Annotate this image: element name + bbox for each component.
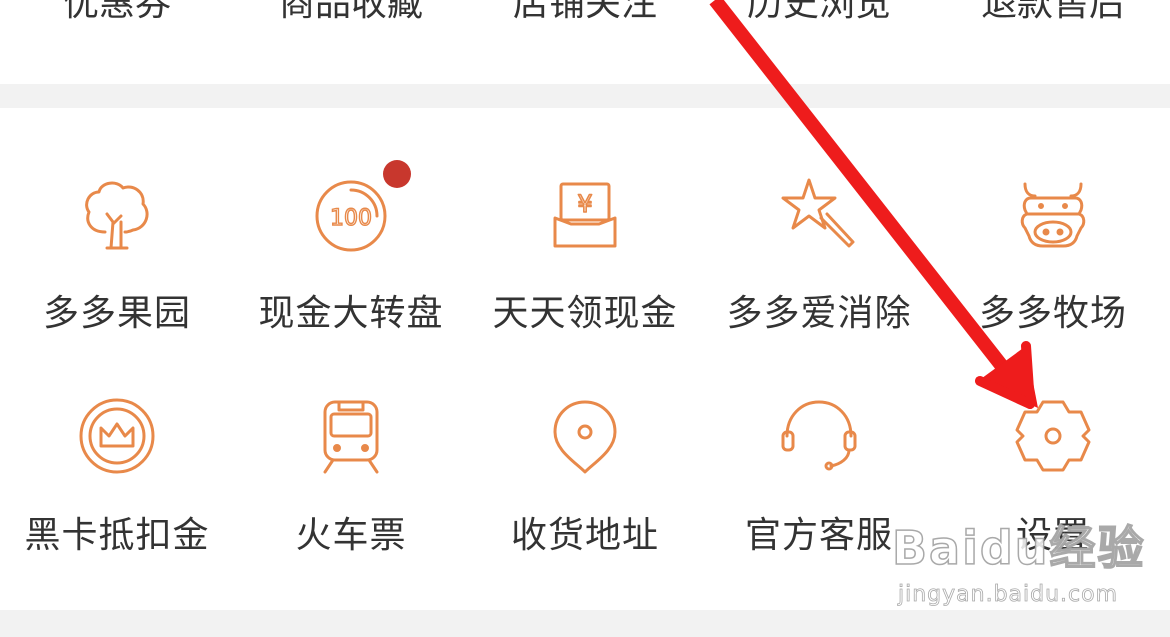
service-label: 黑卡抵扣金 (24, 515, 210, 556)
followed-stores-link[interactable]: 店铺关注 (468, 0, 702, 26)
refund-link[interactable]: 退款售后 (936, 0, 1170, 26)
train-icon (311, 396, 391, 476)
location-pin-icon (545, 396, 625, 476)
gear-icon (1013, 396, 1093, 476)
crown-coin-icon (77, 396, 157, 476)
service-label: 收货地址 (510, 515, 659, 556)
watermark-url: jingyan.baidu.com (898, 582, 1119, 608)
order-shortcuts-row: 优惠券 商品收藏 店铺关注 历史浏览 退款售后 (0, 0, 1170, 84)
service-settings[interactable]: 设置 (936, 108, 1170, 556)
personal-center-page: 优惠券 商品收藏 店铺关注 历史浏览 退款售后 多多果园 100 现金大转盘 ¥… (0, 0, 1170, 637)
service-label: 火车票 (295, 515, 407, 556)
service-customer-support[interactable]: 官方客服 (702, 108, 936, 556)
history-link[interactable]: 历史浏览 (702, 0, 936, 26)
service-black-card[interactable]: 黑卡抵扣金 (0, 108, 234, 556)
headset-icon (779, 396, 859, 476)
service-address[interactable]: 收货地址 (468, 108, 702, 556)
baidu-watermark: Baidu经验 jingyan.baidu.com (891, 512, 1162, 622)
coupons-link[interactable]: 优惠券 (0, 0, 234, 26)
favorites-link[interactable]: 商品收藏 (234, 0, 468, 26)
service-train-tickets[interactable]: 火车票 (234, 108, 468, 556)
watermark-logo: Baidu经验 (891, 520, 1146, 576)
